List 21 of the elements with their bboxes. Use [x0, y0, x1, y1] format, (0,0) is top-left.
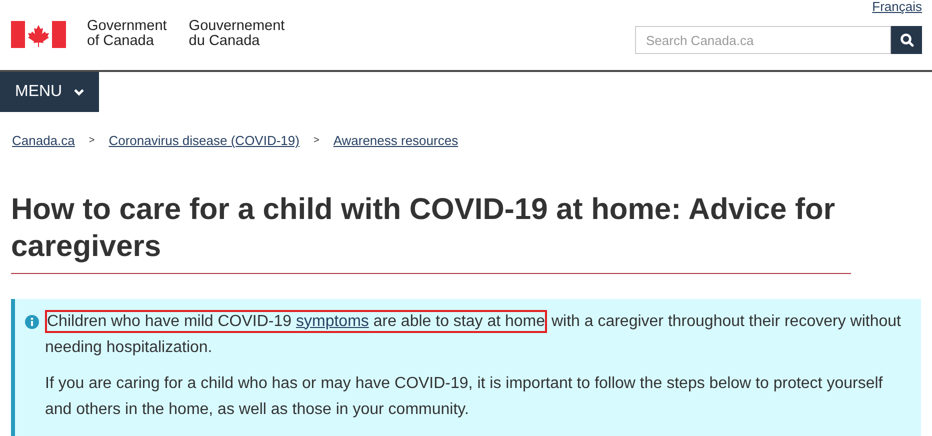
- highlighted-text: Children who have mild COVID-19: [45, 310, 296, 332]
- breadcrumb-link[interactable]: Coronavirus disease (COVID-19): [108, 131, 300, 150]
- breadcrumb-separator: >: [313, 134, 320, 148]
- alert-paragraph: If you are caring for a child who has or may have COVID-19, it is important to follow the steps below to protect yourself and others in the home, as well as those in your community.: [45, 374, 884, 420]
- symptoms-link[interactable]: symptoms: [296, 310, 369, 332]
- info-icon: [25, 314, 39, 328]
- breadcrumb-separator: >: [88, 134, 95, 148]
- breadcrumb-link[interactable]: Canada.ca: [12, 131, 75, 150]
- page-title: How to care for a child with COVID-19 at home: Advice for caregivers: [11, 190, 851, 274]
- search-icon: [900, 33, 914, 47]
- search-button[interactable]: [891, 26, 922, 54]
- wordmark-english: Government of Canada: [87, 19, 167, 49]
- highlighted-text: are able to stay at home: [368, 310, 548, 332]
- wordmark-french: Gouvernement du Canada: [188, 19, 285, 49]
- menu-button[interactable]: MENU: [0, 72, 99, 112]
- language-link[interactable]: Français: [872, 0, 922, 16]
- search-field[interactable]: Search Canada.ca: [635, 26, 891, 54]
- breadcrumb-link[interactable]: Awareness resources: [333, 131, 458, 150]
- flag-icon: [11, 20, 66, 48]
- alert-paragraph: Children who have mild COVID-19 symptoms are able to stay at home with a caregiver throughout their recovery without needing hospitalization.: [45, 308, 901, 360]
- chevron-down-icon: [74, 88, 84, 96]
